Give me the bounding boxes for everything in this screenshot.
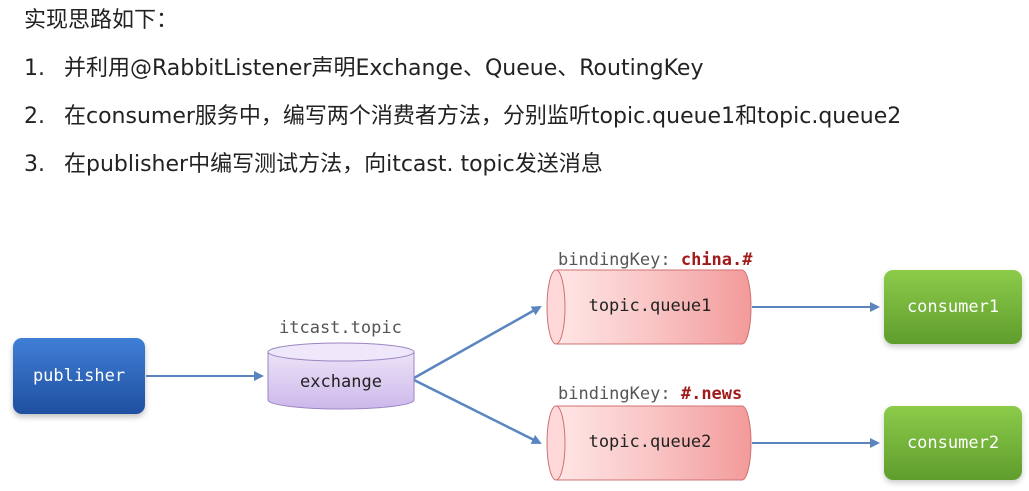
binding-key-1: bindingKey: china.# [558,250,753,270]
consumer2-label: consumer2 [906,433,1000,453]
binding-key-value: china.# [680,250,753,270]
binding-key-value: #.news [680,384,743,404]
exchange-name-label: itcast.topic [279,318,402,338]
consumer1-node: consumer1 [884,270,1022,344]
publisher-node: publisher [13,338,145,414]
queue2-label: topic.queue2 [588,432,712,452]
arrow-exchange-to-queue2 [413,378,542,445]
binding-key-2: bindingKey: #.news [558,384,742,404]
consumer1-label: consumer1 [906,297,1000,317]
binding-key-label: bindingKey: [558,384,671,404]
publisher-label: publisher [32,366,126,386]
binding-key-label: bindingKey: [558,250,671,270]
topic-exchange-diagram [146,269,880,481]
exchange-label: exchange [300,372,382,392]
consumer2-node: consumer2 [884,406,1022,480]
queue1-label: topic.queue1 [588,296,712,316]
arrow-exchange-to-queue1 [413,305,542,380]
